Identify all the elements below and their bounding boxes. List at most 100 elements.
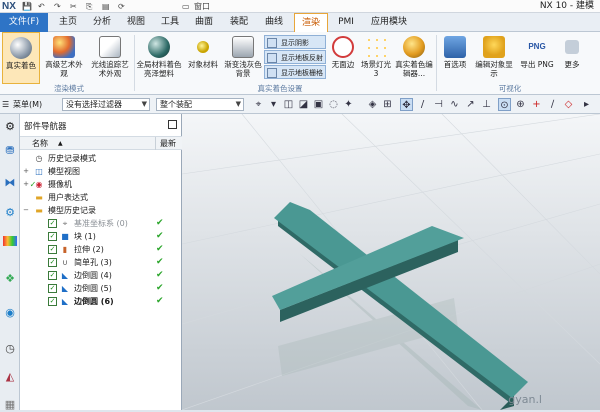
filter-icon[interactable]: ▾ bbox=[267, 98, 280, 111]
cut-icon[interactable]: ✂ bbox=[70, 1, 77, 12]
lasso-icon[interactable]: ◌ bbox=[327, 98, 340, 111]
arc-center-icon[interactable]: ⊕ bbox=[514, 98, 527, 111]
no-edges-icon bbox=[332, 36, 354, 58]
perpendicular-snap-icon[interactable]: ⊥ bbox=[480, 98, 493, 111]
paste-icon[interactable]: ▤ bbox=[102, 1, 110, 12]
tree-row[interactable]: ▬ 用户表达式 bbox=[20, 191, 182, 204]
quadrant-snap-icon[interactable]: ◇ bbox=[562, 98, 575, 111]
show-floor-reflection-toggle[interactable]: 显示地板反射 bbox=[264, 50, 326, 64]
tree-row[interactable]: ✓ ▮ 拉伸 (2) ✔ bbox=[20, 243, 182, 256]
show-floor-grid-toggle[interactable]: 显示地板栅格 bbox=[264, 65, 326, 79]
more-button[interactable]: 更多 bbox=[560, 32, 584, 84]
menu-home[interactable]: 主页 bbox=[52, 13, 84, 32]
feature-checkbox[interactable]: ✓ bbox=[48, 219, 57, 228]
save-icon[interactable]: 💾 bbox=[22, 1, 32, 12]
edit-display-icon bbox=[483, 36, 505, 58]
menu-tools[interactable]: 工具 bbox=[154, 13, 186, 32]
box-select-icon[interactable]: ▣ bbox=[312, 98, 325, 111]
feature-checkbox[interactable]: ✓ bbox=[48, 297, 57, 306]
shading-editor-button[interactable]: 真实着色编辑器... bbox=[394, 32, 434, 84]
midpoint-snap-icon[interactable]: ⊣ bbox=[432, 98, 445, 111]
menu-surface[interactable]: 曲面 bbox=[188, 13, 220, 32]
expand-toggle-icon[interactable]: + bbox=[22, 165, 30, 178]
snap-icon[interactable]: ✦ bbox=[342, 98, 355, 111]
menu-file[interactable]: 文件(F) bbox=[0, 13, 48, 32]
edit-object-display-button[interactable]: 编辑对象显示 bbox=[472, 32, 516, 84]
reuse-library-icon[interactable]: ❖ bbox=[3, 272, 17, 286]
preferences-button[interactable]: 首选项 bbox=[438, 32, 472, 84]
ray-traced-studio-button[interactable]: 光线追踪艺术外观 bbox=[88, 32, 132, 84]
advanced-studio-button[interactable]: 高级艺术外观 bbox=[42, 32, 86, 84]
menu-assembly[interactable]: 装配 bbox=[222, 13, 256, 32]
tree-row[interactable]: + ◉ ✓ 摄像机 bbox=[20, 178, 182, 191]
scope-select[interactable]: 整个装配 ▼ bbox=[156, 98, 244, 111]
menu-analysis[interactable]: 分析 bbox=[86, 13, 118, 32]
maximize-icon[interactable] bbox=[168, 120, 177, 129]
no-face-edges-button[interactable]: 无面边 bbox=[328, 32, 358, 84]
menu-render[interactable]: 渲染 bbox=[294, 13, 328, 32]
filter-select[interactable]: 没有选择过滤器 ▼ bbox=[62, 98, 150, 111]
web-browser-icon[interactable]: ◉ bbox=[3, 306, 17, 320]
feature-checkbox[interactable]: ✓ bbox=[48, 271, 57, 280]
views-icon: ◫ bbox=[35, 167, 43, 176]
intersection-snap-icon[interactable]: + bbox=[530, 98, 543, 111]
tree-row[interactable]: ◷ 历史记录模式 bbox=[20, 152, 182, 165]
column-latest-header[interactable]: 最新 bbox=[155, 137, 182, 150]
assembly-navigator-icon[interactable]: ⛃ bbox=[3, 144, 17, 158]
feature-checkbox[interactable]: ✓ bbox=[48, 232, 57, 241]
latest-check-icon: ✔ bbox=[156, 296, 164, 306]
copy-icon[interactable]: ⎘ bbox=[86, 1, 92, 12]
global-material-button[interactable]: 全局材料着色亮泽塑料 bbox=[136, 32, 182, 84]
gradient-background-button[interactable]: 渐变浅灰色背景 bbox=[224, 32, 262, 84]
repeat-command-icon[interactable]: ⟳ bbox=[118, 1, 125, 12]
point-snap-icon[interactable]: ∕ bbox=[546, 98, 559, 111]
menu-applications[interactable]: 应用模块 bbox=[364, 13, 414, 32]
feature-checkbox[interactable]: ✓ bbox=[48, 245, 57, 254]
layer-icon[interactable]: ⊞ bbox=[381, 98, 394, 111]
feature-checkbox[interactable]: ✓ bbox=[48, 258, 57, 267]
gear-icon[interactable]: ⚙ bbox=[3, 120, 17, 134]
graphics-viewport[interactable]: gyan.l bbox=[182, 114, 600, 410]
show-shadows-toggle[interactable]: 显示阴影 bbox=[264, 35, 326, 49]
tree-row[interactable]: ✓ ◣ 边倒圆 (4) ✔ bbox=[20, 269, 182, 282]
curve-snap-icon[interactable]: ∿ bbox=[448, 98, 461, 111]
expand-toggle-icon[interactable]: − bbox=[22, 204, 30, 217]
export-png-button[interactable]: PNG 导出 PNG bbox=[518, 32, 556, 84]
object-material-button[interactable]: 对象材料 bbox=[184, 32, 222, 84]
window-menu[interactable]: 窗口 bbox=[194, 1, 210, 12]
view-icon[interactable]: ◈ bbox=[366, 98, 379, 111]
tree-row[interactable]: ✓ ⌖ 基准坐标系 (0) ✔ bbox=[20, 217, 182, 230]
select-icon[interactable]: ⌖ bbox=[252, 98, 265, 111]
tree-row-label: 块 (1) bbox=[74, 232, 96, 241]
system-materials-icon[interactable]: ◭ bbox=[3, 370, 17, 384]
invert-icon[interactable]: ◪ bbox=[297, 98, 310, 111]
latest-check-icon: ✔ bbox=[156, 244, 164, 254]
menu-button[interactable]: 菜单(M) bbox=[13, 98, 42, 111]
scene-lights-button[interactable]: 场景灯光 3 bbox=[358, 32, 394, 84]
palette-icon[interactable] bbox=[3, 236, 17, 246]
true-shading-button[interactable]: 真实着色 bbox=[2, 32, 40, 84]
tree-row[interactable]: ✓ ■ 块 (1) ✔ bbox=[20, 230, 182, 243]
part-navigator-icon[interactable]: ⚙ bbox=[3, 206, 17, 220]
column-name-header[interactable]: 名称 bbox=[32, 137, 48, 150]
line-snap-icon[interactable]: / bbox=[416, 98, 429, 111]
menu-curve[interactable]: 曲线 bbox=[258, 13, 290, 32]
menu-view[interactable]: 视图 bbox=[120, 13, 152, 32]
tree-row[interactable]: ✓ ∪ 简单孔 (3) ✔ bbox=[20, 256, 182, 269]
center-snap-icon[interactable]: ⊙ bbox=[498, 98, 511, 111]
tangent-snap-icon[interactable]: ↗ bbox=[464, 98, 477, 111]
undo-icon[interactable]: ↶ bbox=[38, 1, 45, 12]
history-icon[interactable]: ◷ bbox=[3, 342, 17, 356]
tree-row[interactable]: + ◫ 模型视图 bbox=[20, 165, 182, 178]
tree-row[interactable]: ✓ ◣ 边倒圆 (6) ✔ bbox=[20, 295, 182, 308]
tree-row[interactable]: ✓ ◣ 边倒圆 (5) ✔ bbox=[20, 282, 182, 295]
menu-pmi[interactable]: PMI bbox=[332, 13, 360, 32]
feature-checkbox[interactable]: ✓ bbox=[48, 284, 57, 293]
redo-icon[interactable]: ↷ bbox=[54, 1, 61, 12]
constraint-navigator-icon[interactable]: ⧓ bbox=[3, 176, 17, 190]
tree-row[interactable]: − ▬ 模型历史记录 bbox=[20, 204, 182, 217]
endpoint-snap-icon[interactable]: ✥ bbox=[400, 98, 413, 111]
part-navigator: 部件导航器 名称 ▲ 最新 ◷ 历史记录模式 + ◫ 模型视图 + ◉ ✓ 摄像机 ▬ 用户表达式 −… bbox=[20, 114, 182, 410]
select-all-icon[interactable]: ◫ bbox=[282, 98, 295, 111]
toolbar-options-icon[interactable]: ▸ bbox=[580, 98, 593, 111]
